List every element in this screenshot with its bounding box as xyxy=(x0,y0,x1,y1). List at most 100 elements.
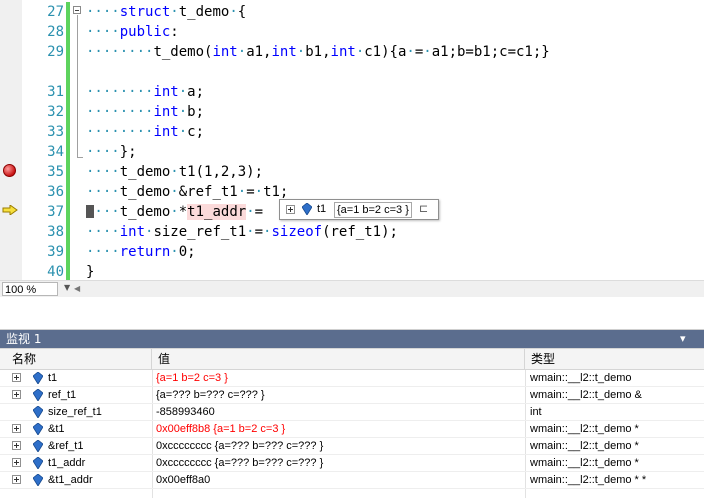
code-line[interactable]: 39 ····return·0; xyxy=(0,242,704,262)
code-token: b; xyxy=(187,104,205,120)
line-number: 35 xyxy=(47,164,64,180)
pin-icon[interactable]: ⊏ xyxy=(419,200,428,219)
code-text: ····t_demo·t1(1,2,3); xyxy=(86,162,263,182)
watch-name[interactable]: &ref_t1 xyxy=(48,438,83,454)
watch-name[interactable]: size_ref_t1 xyxy=(48,404,102,420)
expand-icon[interactable] xyxy=(12,390,21,399)
change-tracking-bar xyxy=(66,22,70,42)
line-number: 33 xyxy=(47,124,64,140)
column-name[interactable]: 名称 xyxy=(0,349,152,369)
line-number: 32 xyxy=(47,104,64,120)
scroll-left-icon[interactable]: ◀ xyxy=(74,284,80,293)
datatip-name: t1 xyxy=(317,203,327,215)
code-token: t1(1,2,3); xyxy=(178,164,264,180)
code-line[interactable]: 33 ········int·c; xyxy=(0,122,704,142)
change-tracking-bar xyxy=(66,242,70,262)
watch-name[interactable]: t1_addr xyxy=(48,455,85,471)
code-keyword: int xyxy=(330,44,356,60)
code-token: t_demo( xyxy=(153,44,213,60)
code-line[interactable] xyxy=(0,62,704,82)
code-whitespace: · xyxy=(229,4,238,20)
zoom-level-combo[interactable]: 100 % xyxy=(2,282,58,296)
watch-row[interactable]: &t1 0x00eff8b8 {a=1 b=2 c=3 } wmain::__l2:… xyxy=(0,421,704,438)
watch-type: wmain::__l2::t_demo xyxy=(530,372,632,384)
watch-value[interactable]: {a=??? b=??? c=??? } xyxy=(156,387,265,403)
outline-guide xyxy=(77,15,78,158)
column-type[interactable]: 类型 xyxy=(525,349,704,369)
code-line[interactable]: 31 ········int·a; xyxy=(0,82,704,102)
watch-value[interactable]: 0xcccccccc {a=??? b=??? c=??? } xyxy=(156,438,323,454)
code-whitespace: · xyxy=(254,184,264,200)
code-keyword: public xyxy=(119,24,171,40)
watch-row[interactable]: &ref_t1 0xcccccccc {a=??? b=??? c=??? } wm… xyxy=(0,438,704,455)
code-whitespace: · xyxy=(355,44,365,60)
watch-value[interactable]: 0x00eff8a0 xyxy=(156,472,210,488)
watch-value[interactable]: {a=1 b=2 c=3 } xyxy=(156,370,228,386)
watch-row[interactable]: ref_t1 {a=??? b=??? c=??? } wmain::__l2::t… xyxy=(0,387,704,404)
watch-row[interactable]: t1 {a=1 b=2 c=3 } wmain::__l2::t_demo xyxy=(0,370,704,387)
code-keyword: int xyxy=(212,44,238,60)
change-tracking-bar xyxy=(66,2,70,22)
watch-name[interactable]: &t1_addr xyxy=(48,472,93,488)
watch-row[interactable]: t1_addr 0xcccccccc {a=??? b=??? c=??? } wm… xyxy=(0,455,704,472)
datatip[interactable]: t1 {a=1 b=2 c=3 } ⊏ xyxy=(279,199,439,220)
line-number: 40 xyxy=(47,264,64,280)
code-whitespace: · xyxy=(423,44,432,60)
code-editor[interactable]: 27 ····struct·t_demo·{28 ····public: 29 ····… xyxy=(0,0,704,280)
code-whitespace: · xyxy=(246,204,255,220)
code-token: a1;b=b1;c=c1;} xyxy=(431,44,550,60)
watch-row[interactable]: size_ref_t1 -858993460 int xyxy=(0,404,704,421)
code-line[interactable]: 32 ········int·b; xyxy=(0,102,704,122)
code-line[interactable]: 40} xyxy=(0,262,704,280)
watch-value[interactable]: 0x00eff8b8 {a=1 b=2 c=3 } xyxy=(156,421,285,437)
variable-icon xyxy=(33,440,43,452)
expand-icon[interactable] xyxy=(12,441,21,450)
code-line[interactable]: 28 ····public: xyxy=(0,22,704,42)
code-line[interactable]: 34 ····}; xyxy=(0,142,704,162)
variable-icon xyxy=(33,406,43,418)
code-keyword: int xyxy=(153,104,179,120)
code-text: ········t_demo(int·a1,int·b1,int·c1){a·=… xyxy=(86,42,550,62)
code-token: a; xyxy=(187,84,205,100)
code-token: a1, xyxy=(246,44,272,60)
expand-icon[interactable] xyxy=(12,475,21,484)
expand-icon[interactable] xyxy=(12,458,21,467)
breakpoint-icon[interactable] xyxy=(3,164,16,177)
code-line[interactable]: 35 ····t_demo·t1(1,2,3); xyxy=(0,162,704,182)
watch-type: wmain::__l2::t_demo & xyxy=(530,389,642,401)
code-token: t1; xyxy=(263,184,289,200)
code-token: : xyxy=(170,24,179,40)
watch-value[interactable]: -858993460 xyxy=(156,404,215,420)
watch-row[interactable]: &t1_addr 0x00eff8a0 wmain::__l2::t_demo * … xyxy=(0,472,704,489)
expand-icon[interactable] xyxy=(12,373,21,382)
watch-panel-header: 监视 1 ▾ xyxy=(0,330,704,348)
watch-type: wmain::__l2::t_demo * xyxy=(530,457,639,469)
change-tracking-bar xyxy=(66,262,70,280)
variable-icon xyxy=(33,389,43,401)
panel-splitter[interactable] xyxy=(0,297,704,330)
expand-icon[interactable] xyxy=(12,424,21,433)
datatip-value[interactable]: {a=1 b=2 c=3 } xyxy=(334,202,412,218)
change-tracking-bar xyxy=(66,162,70,182)
watch-name[interactable]: &t1 xyxy=(48,421,65,437)
code-whitespace: · xyxy=(296,44,306,60)
current-statement-arrow-icon xyxy=(2,205,18,215)
column-value[interactable]: 值 xyxy=(152,349,525,369)
collapse-region-icon[interactable] xyxy=(73,6,81,14)
code-line[interactable]: 29 ········t_demo(int·a1,int·b1,int·c1){a… xyxy=(0,42,704,62)
watch-name[interactable]: ref_t1 xyxy=(48,387,76,403)
watch-value[interactable]: 0xcccccccc {a=??? b=??? c=??? } xyxy=(156,455,323,471)
code-token: { xyxy=(237,4,247,20)
datatip-expand-icon[interactable] xyxy=(286,205,295,214)
code-text: ········int·a; xyxy=(86,82,204,102)
code-token: * xyxy=(178,204,188,220)
code-token: b1, xyxy=(305,44,331,60)
code-line[interactable]: 27 ····struct·t_demo·{ xyxy=(0,2,704,22)
chevron-down-icon[interactable]: ▾ xyxy=(680,330,686,348)
code-token: c1){a xyxy=(364,44,407,60)
code-whitespace: · xyxy=(237,184,247,200)
chevron-down-icon[interactable]: ▼ xyxy=(64,283,70,292)
code-whitespace: · xyxy=(237,44,247,60)
watch-name[interactable]: t1 xyxy=(48,370,57,386)
code-line[interactable]: 38 ····int·size_ref_t1·=·sizeof(ref_t1); xyxy=(0,222,704,242)
